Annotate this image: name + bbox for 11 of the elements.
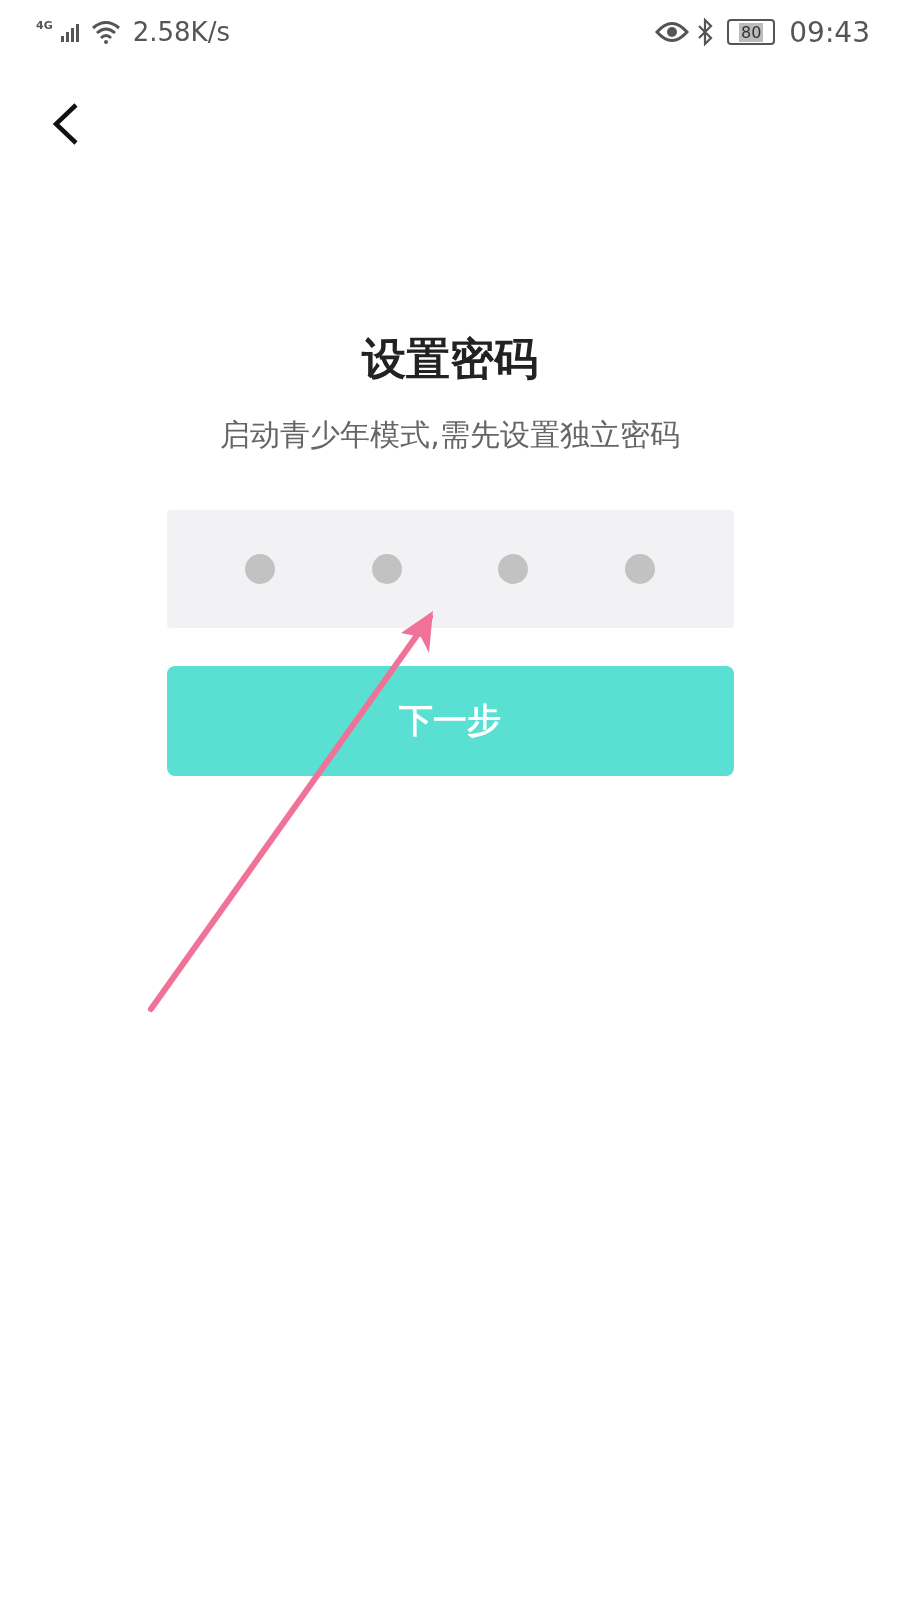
eye-icon xyxy=(655,21,690,43)
bluetooth-icon xyxy=(697,18,714,46)
battery-icon: 80 xyxy=(727,19,776,45)
clock: 09:43 xyxy=(789,15,870,49)
instruction-text: 启动青少年模式,需先设置独立密码 xyxy=(220,416,680,454)
wifi-icon xyxy=(90,20,121,44)
next-button[interactable]: 下一步 xyxy=(166,666,734,776)
network-type: 4G xyxy=(36,19,53,32)
page-title: 设置密码 xyxy=(362,332,538,386)
pin-field[interactable] xyxy=(166,510,734,628)
network-speed: 2.58K/s xyxy=(132,17,230,47)
